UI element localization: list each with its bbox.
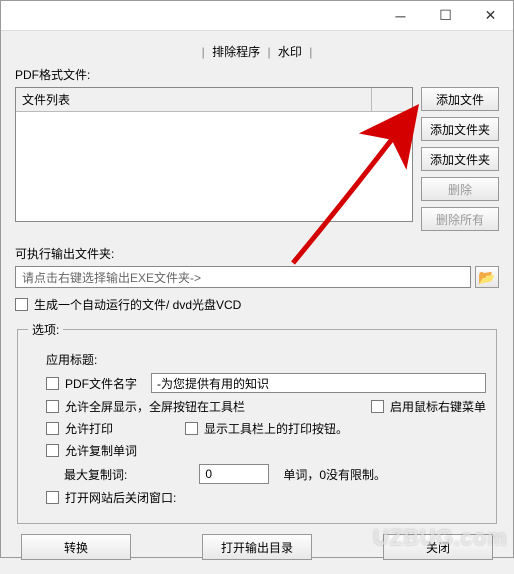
delete-button[interactable]: 删除 [421, 177, 499, 201]
show-print-btn-label: 显示工具栏上的打印按钮。 [204, 420, 348, 437]
convert-button[interactable]: 转换 [21, 534, 131, 560]
close-after-nav-label: 打开网站后关闭窗口: [65, 489, 176, 506]
autorun-checkbox[interactable] [15, 298, 28, 311]
show-print-btn-checkbox[interactable] [185, 422, 198, 435]
tab-exclude[interactable]: 排除程序 [212, 45, 260, 59]
pdf-name-checkbox[interactable] [46, 377, 59, 390]
file-list-col-extra[interactable] [372, 88, 412, 111]
options-legend: 选项: [28, 321, 63, 338]
bottom-bar: 转换 打开输出目录 关闭 [15, 524, 499, 564]
output-folder-label: 可执行输出文件夹: [15, 245, 499, 262]
pdf-name-label: PDF文件名字 [65, 375, 137, 392]
titlebar: ─ ☐ ✕ [1, 1, 513, 31]
pdf-files-label: PDF格式文件: [15, 66, 499, 83]
rightclick-checkbox[interactable] [371, 400, 384, 413]
file-list-col-name[interactable]: 文件列表 [16, 88, 372, 111]
side-buttons: 添加文件 添加文件夹 添加文件夹 删除 删除所有 [421, 87, 499, 231]
add-folder-button[interactable]: 添加文件夹 [421, 117, 499, 141]
allow-print-checkbox[interactable] [46, 422, 59, 435]
tab-bar: | 排除程序 | 水印 | [15, 43, 499, 60]
close-button[interactable]: 关闭 [383, 534, 493, 560]
allow-copy-checkbox[interactable] [46, 444, 59, 457]
options-group: 选项: 应用标题: PDF文件名字 允许全屏显示，全屏按钮在工具栏 启用鼠标右键… [17, 321, 497, 524]
file-list-table[interactable]: 文件列表 [15, 87, 413, 222]
browse-folder-button[interactable]: 📂 [475, 266, 499, 288]
max-copy-suffix: 单词，0没有限制。 [283, 466, 386, 483]
allow-copy-label: 允许复制单词 [65, 442, 137, 459]
max-copy-label: 最大复制词: [64, 466, 127, 483]
max-copy-input[interactable] [199, 464, 269, 484]
file-list-header: 文件列表 [16, 88, 412, 112]
pdf-name-input[interactable] [151, 373, 486, 393]
file-area: 文件列表 添加文件 添加文件夹 添加文件夹 删除 删除所有 [15, 87, 499, 231]
fullscreen-checkbox[interactable] [46, 400, 59, 413]
minimize-button[interactable]: ─ [378, 1, 423, 30]
open-output-button[interactable]: 打开输出目录 [202, 534, 312, 560]
rightclick-label: 启用鼠标右键菜单 [390, 398, 486, 415]
app-title-label: 应用标题: [46, 351, 97, 368]
add-folder2-button[interactable]: 添加文件夹 [421, 147, 499, 171]
close-after-nav-checkbox[interactable] [46, 491, 59, 504]
maximize-button[interactable]: ☐ [423, 1, 468, 30]
content-area: | 排除程序 | 水印 | PDF格式文件: 文件列表 添加文件 添加文件夹 添… [1, 31, 513, 574]
tab-watermark[interactable]: 水印 [278, 45, 302, 59]
delete-all-button[interactable]: 删除所有 [421, 207, 499, 231]
app-window: ─ ☐ ✕ | 排除程序 | 水印 | PDF格式文件: 文件列表 添加文件 添… [0, 0, 514, 558]
add-file-button[interactable]: 添加文件 [421, 87, 499, 111]
folder-icon: 📂 [478, 269, 495, 286]
allow-print-label: 允许打印 [65, 420, 113, 437]
output-section: 可执行输出文件夹: 请点击右键选择输出EXE文件夹-> 📂 [15, 245, 499, 288]
close-window-button[interactable]: ✕ [468, 1, 513, 30]
fullscreen-label: 允许全屏显示，全屏按钮在工具栏 [65, 398, 245, 415]
autorun-label: 生成一个自动运行的文件/ dvd光盘VCD [34, 296, 241, 313]
output-folder-input[interactable]: 请点击右键选择输出EXE文件夹-> [15, 266, 471, 288]
